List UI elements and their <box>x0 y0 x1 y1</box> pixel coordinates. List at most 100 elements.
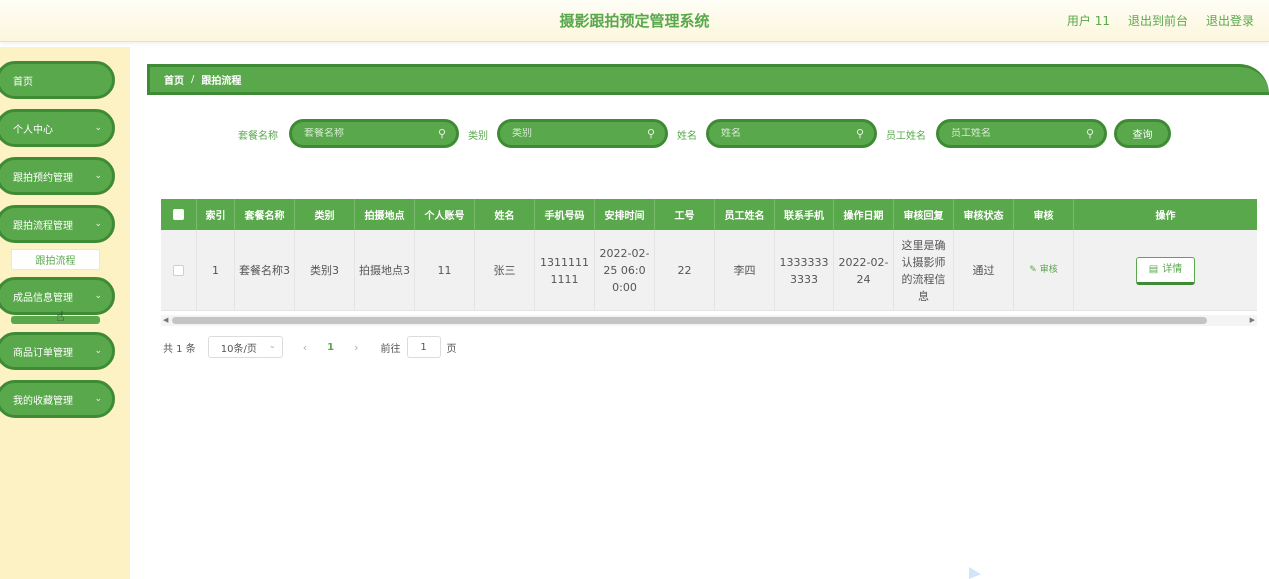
select-all-checkbox[interactable] <box>173 209 184 220</box>
breadcrumb: 首页 / 跟拍流程 <box>147 64 1269 95</box>
search-label-category: 类别 <box>468 131 488 142</box>
column-header: 操作 <box>1155 211 1176 222</box>
scroll-left-icon[interactable]: ◀ <box>163 315 168 326</box>
sidebar-item-orders[interactable]: 商品订单管理 ⌄ <box>0 332 115 370</box>
cell-phone: 13111111111 <box>535 230 595 311</box>
column-header: 姓名 <box>475 199 535 230</box>
column-header: 审核 <box>1014 199 1074 230</box>
goto-page-input[interactable] <box>406 336 441 358</box>
search-label-employee: 员工姓名 <box>886 131 926 142</box>
next-page-icon[interactable]: › <box>354 341 358 354</box>
search-input-category-wrap: ⚲ <box>497 119 668 148</box>
page-unit-label: 页 <box>446 343 457 355</box>
column-header: 员工姓名 <box>715 199 775 230</box>
search-input-category[interactable] <box>512 128 632 139</box>
column-header: 审核状态 <box>954 199 1014 230</box>
logout-link[interactable]: 退出登录 <box>1206 12 1254 29</box>
search-label-name: 姓名 <box>677 131 697 142</box>
breadcrumb-home[interactable]: 首页 <box>164 72 184 87</box>
column-header: 个人账号 <box>415 199 475 230</box>
table-header: 索引 套餐名称 类别 拍摄地点 个人账号 姓名 手机号码 安排时间 工号 员工姓… <box>161 199 1257 230</box>
chevron-down-icon: ⌄ <box>94 394 102 404</box>
sidebar-item-label: 个人中心 <box>13 124 53 136</box>
cell-index: 1 <box>197 230 235 311</box>
breadcrumb-separator: / <box>191 74 195 85</box>
mouse-cursor-icon: ☝ <box>56 309 65 325</box>
cell-category: 类别3 <box>295 230 355 311</box>
sidebar-item-personal-center[interactable]: 个人中心 ⌄ <box>0 109 115 147</box>
cell-op-date: 2022-02-24 <box>834 230 894 311</box>
detail-button[interactable]: ▤ 详情 <box>1136 256 1195 285</box>
cell-contact: 13333333333 <box>775 230 834 311</box>
search-input-package-wrap: ⚲ <box>289 119 459 148</box>
cell-name: 张三 <box>475 230 535 311</box>
sidebar-item-home[interactable]: 首页 <box>0 61 115 99</box>
search-icon: ⚲ <box>437 127 446 140</box>
column-header: 操作日期 <box>834 199 894 230</box>
data-table: 索引 套餐名称 类别 拍摄地点 个人账号 姓名 手机号码 安排时间 工号 员工姓… <box>161 199 1257 327</box>
page-size-value: 10条/页 <box>220 343 257 355</box>
sidebar-item-booking[interactable]: 跟拍预约管理 ⌄ <box>0 157 115 195</box>
cell-account: 11 <box>415 230 475 311</box>
cell-audit: ✎ 审核 <box>1014 230 1074 311</box>
row-select-cell[interactable] <box>161 230 197 311</box>
sidebar-item-favorites[interactable]: 我的收藏管理 ⌄ <box>0 380 115 418</box>
sidebar-item-label: 跟拍预约管理 <box>13 172 73 184</box>
chevron-down-icon: ⌄ <box>269 341 276 350</box>
breadcrumb-current: 跟拍流程 <box>201 76 242 87</box>
search-icon: ⚲ <box>855 127 864 140</box>
page-size-select[interactable]: 10条/页 ⌄ <box>207 336 283 358</box>
column-header: 套餐名称 <box>235 199 295 230</box>
chevron-down-icon: ⌄ <box>94 219 102 229</box>
column-header: 拍摄地点 <box>355 199 415 230</box>
sidebar-subitem-process[interactable]: 跟拍流程 <box>11 249 100 270</box>
back-to-front-link[interactable]: 退出到前台 <box>1128 12 1188 29</box>
sidebar-item-label: 成品信息管理 <box>13 292 73 304</box>
search-icon: ⚲ <box>1085 127 1094 140</box>
cell-emp-no: 22 <box>655 230 715 311</box>
chevron-down-icon: ⌄ <box>94 171 102 181</box>
total-count: 共 1 条 <box>163 343 196 355</box>
cell-schedule: 2022-02-25 06:00:00 <box>595 230 655 311</box>
document-icon: ▤ <box>1148 264 1159 275</box>
column-header: 工号 <box>655 199 715 230</box>
query-button[interactable]: 查询 <box>1114 119 1171 148</box>
search-input-employee-wrap: ⚲ <box>936 119 1107 148</box>
prev-page-icon[interactable]: ‹ <box>303 341 307 354</box>
search-input-employee[interactable] <box>951 128 1071 139</box>
cell-package: 套餐名称3 <box>235 230 295 311</box>
cell-emp-name: 李四 <box>715 230 775 311</box>
column-header: 索引 <box>197 199 235 230</box>
chevron-down-icon: ⌄ <box>94 346 102 356</box>
decorative-triangle <box>969 567 981 579</box>
row-checkbox[interactable] <box>173 265 184 276</box>
header-select-all[interactable] <box>161 199 197 230</box>
horizontal-scrollbar[interactable]: ◀ ▶ <box>161 315 1257 326</box>
audit-link[interactable]: ✎ 审核 <box>1029 262 1057 279</box>
edit-icon: ✎ <box>1029 265 1037 275</box>
search-label-package: 套餐名称 <box>238 131 278 142</box>
search-icon: ⚲ <box>646 127 655 140</box>
scroll-right-icon[interactable]: ▶ <box>1250 315 1255 326</box>
table-row: 1 套餐名称3 类别3 拍摄地点3 11 张三 13111111111 2022… <box>161 230 1257 311</box>
column-header: 类别 <box>295 199 355 230</box>
column-header: 联系手机 <box>775 199 834 230</box>
scroll-thumb[interactable] <box>172 317 1207 324</box>
sidebar-item-label: 商品订单管理 <box>13 347 73 359</box>
cell-reply: 这里是确认摄影师的流程信息 <box>894 230 954 311</box>
user-label[interactable]: 用户 11 <box>1067 12 1110 29</box>
goto-label: 前往 <box>380 343 401 355</box>
top-header: 摄影跟拍预定管理系统 用户 11 退出到前台 退出登录 <box>0 0 1269 42</box>
search-input-name[interactable] <box>721 128 841 139</box>
sidebar-item-process[interactable]: 跟拍流程管理 ⌄ <box>0 205 115 243</box>
sidebar-item-label: 首页 <box>13 76 33 88</box>
column-header: 手机号码 <box>535 199 595 230</box>
search-input-package[interactable] <box>304 128 424 139</box>
page-number-current[interactable]: 1 <box>327 342 334 353</box>
sidebar-item-label: 我的收藏管理 <box>13 395 73 407</box>
chevron-down-icon: ⌄ <box>94 291 102 301</box>
cell-status: 通过 <box>954 230 1014 311</box>
search-input-name-wrap: ⚲ <box>706 119 877 148</box>
column-header: 安排时间 <box>595 199 655 230</box>
cell-location: 拍摄地点3 <box>355 230 415 311</box>
